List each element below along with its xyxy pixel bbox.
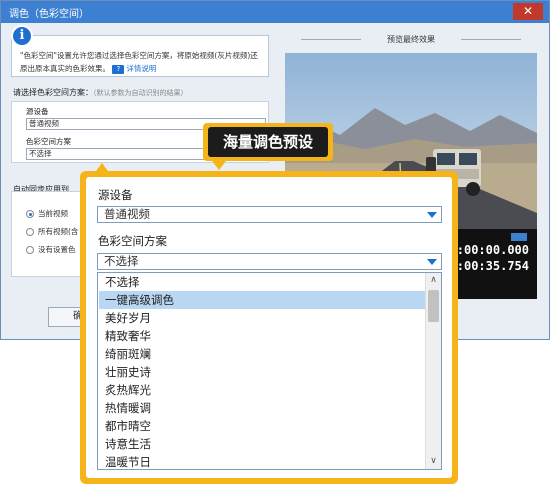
zoomed-settings: 源设备 普通视频 色彩空间方案 不选择 不选择 一键高级调色 美好岁月 精致奢华… (86, 177, 452, 478)
zoom-source-select[interactable]: 普通视频 (97, 206, 442, 223)
source-device-label: 源设备 (26, 107, 49, 116)
scroll-down-icon[interactable]: ∨ (426, 454, 441, 469)
scroll-up-icon[interactable]: ∧ (426, 273, 441, 288)
scheme-heading: 请选择色彩空间方案：（默认参数为自动识别的结果） (13, 87, 188, 98)
callout-tail (212, 161, 226, 170)
title-bar: 调色（色彩空间） ✕ (1, 1, 549, 23)
zoom-colorspace-label: 色彩空间方案 (98, 234, 167, 248)
sync-option-current[interactable]: 当前视频 (26, 208, 68, 219)
dropdown-scrollbar[interactable]: ∧ ∨ (425, 273, 441, 469)
dropdown-option[interactable]: 不选择 (99, 273, 425, 291)
sync-option-label: 没有设置色 (38, 245, 76, 254)
preview-title: 预览最终效果 (279, 34, 543, 45)
info-box: "色彩空间"设置允许您通过选择色彩空间方案，将原始视频(灰片视频)还原出原本真实… (11, 35, 269, 77)
help-label: 详情说明 (126, 64, 157, 73)
dropdown-option[interactable]: 美好岁月 (99, 309, 425, 327)
window-title: 调色（色彩空间） (9, 9, 89, 20)
info-text: "色彩空间"设置允许您通过选择色彩空间方案，将原始视频(灰片视频)还原出原本真实… (20, 49, 265, 75)
callout-badge: 海量调色预设 (203, 123, 333, 161)
dropdown-option[interactable]: 热情暖调 (99, 399, 425, 417)
fullscreen-icon[interactable] (511, 233, 527, 241)
dropdown-option[interactable]: 温暖节日 (99, 453, 425, 469)
help-icon: ? (112, 64, 125, 74)
callout-pointer (96, 163, 108, 171)
dropdown-option[interactable]: 绮丽斑斓 (99, 345, 425, 363)
colorspace-label: 色彩空间方案 (26, 137, 71, 146)
scroll-thumb[interactable] (428, 290, 439, 322)
close-button[interactable]: ✕ (513, 3, 543, 20)
dropdown-option[interactable]: 炙热辉光 (99, 381, 425, 399)
info-icon: i (11, 25, 33, 47)
dropdown-option[interactable]: 壮丽史诗 (99, 363, 425, 381)
chevron-down-icon[interactable] (427, 212, 437, 218)
zoom-source-label: 源设备 (98, 188, 133, 202)
dropdown-option[interactable]: 都市晴空 (99, 417, 425, 435)
sync-option-all[interactable]: 所有视频(含 (26, 226, 78, 237)
scheme-heading-text: 请选择色彩空间方案： (13, 88, 93, 97)
zoom-colorspace-select[interactable]: 不选择 (97, 253, 442, 270)
sync-option-label: 当前视频 (38, 209, 68, 218)
zoom-source-value: 普通视频 (104, 207, 150, 221)
dropdown-option[interactable]: 诗意生活 (99, 435, 425, 453)
callout-label: 海量调色预设 (208, 127, 328, 157)
colorspace-dropdown-list: 不选择 一键高级调色 美好岁月 精致奢华 绮丽斑斓 壮丽史诗 炙热辉光 热情暖调… (97, 272, 442, 470)
scheme-hint: （默认参数为自动识别的结果） (93, 89, 188, 97)
radio-selected-icon[interactable] (26, 210, 34, 218)
radio-icon[interactable] (26, 246, 34, 254)
sync-option-label: 所有视频(含 (38, 227, 79, 236)
sync-option-unset[interactable]: 没有设置色 (26, 244, 76, 255)
radio-icon[interactable] (26, 228, 34, 236)
chevron-down-icon[interactable] (427, 259, 437, 265)
dropdown-option[interactable]: 精致奢华 (99, 327, 425, 345)
help-link[interactable]: ? 详情说明 (112, 64, 157, 74)
zoom-colorspace-value: 不选择 (104, 254, 139, 268)
dropdown-option-highlighted[interactable]: 一键高级调色 (99, 291, 425, 309)
zoom-frame: 源设备 普通视频 色彩空间方案 不选择 不选择 一键高级调色 美好岁月 精致奢华… (80, 171, 458, 484)
